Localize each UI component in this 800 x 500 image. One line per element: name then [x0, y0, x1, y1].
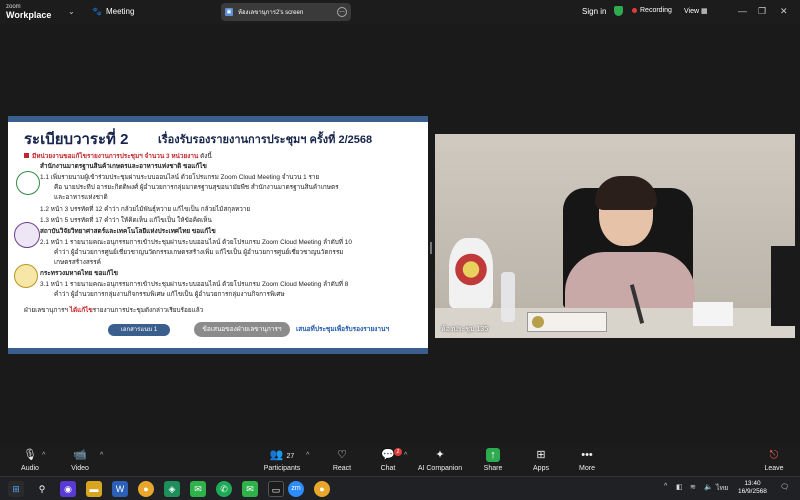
org1-line3: และอาหารแห่งชาติ	[54, 194, 108, 201]
shield-icon[interactable]	[614, 6, 623, 16]
search-icon[interactable]: ⚲	[34, 481, 50, 497]
minimize-icon[interactable]: —	[738, 6, 747, 16]
ai-companion-button[interactable]: ✦ AI Companion	[410, 448, 470, 472]
meeting-label: Meeting	[105, 7, 135, 16]
org2-line2: คำว่า ผู้อำนวยการศูนย์เชี่ยวชาญนวัตกรรมเ…	[54, 249, 344, 256]
tray-app-icon[interactable]: ◧	[676, 483, 683, 491]
more-options-icon[interactable]: …	[337, 7, 347, 17]
recording-label: Recording	[640, 7, 672, 14]
slide-title: ระเบียบวาระที่ 2	[24, 131, 129, 148]
org1-line1: 1.1 เพิ่มรายนามผู้เข้าร่วมประชุมผ่านระบบ…	[40, 174, 320, 181]
org2-line3: เกษตรสร้างสรรค์	[54, 259, 101, 266]
share-text: ห้องเลขานุการ2's screen	[238, 10, 304, 16]
participants-icon: 👥 27	[269, 449, 295, 461]
org1-heading: สำนักงานมาตรฐานสินค้าเกษตรและอาหารแห่งชา…	[40, 163, 207, 170]
screen-share-indicator[interactable]: ▣ ห้องเลขานุการ2's screen …	[221, 3, 351, 21]
screen-icon: ▣	[225, 8, 233, 16]
meeting-toolbar: 🎙 Audio ^ 📹 Video ^ 👥 27 Participants ^ …	[0, 444, 800, 476]
chrome-icon-2[interactable]: ●	[314, 481, 330, 497]
attachment-label: เอกสารแนบ 1	[108, 324, 170, 336]
chat-icon: 💬	[381, 449, 395, 461]
nameplate	[527, 312, 607, 332]
tistr-logo	[14, 222, 40, 248]
slide-subtitle: เรื่องรับรองรายงานการประชุมฯ ครั้งที่ 2/…	[158, 134, 373, 146]
tray-overflow-chevron-icon[interactable]: ^	[664, 483, 667, 490]
system-clock[interactable]: 13:40 16/9/2568	[738, 480, 767, 496]
recording-dot-icon	[632, 8, 637, 13]
zoom-taskbar-icon[interactable]: zm	[288, 481, 304, 497]
wifi-icon[interactable]: ≋	[690, 483, 696, 491]
proposal-text: เสนอที่ประชุมเพื่อรับรองรายงานฯ	[296, 326, 390, 333]
video-options-chevron-icon[interactable]: ^	[100, 452, 103, 459]
org1-line5: 1.3 หน้า 5 บรรทัดที่ 17 คำว่า ให้คิดเห็น…	[40, 217, 212, 224]
notification-icon[interactable]: 🗨	[780, 483, 789, 491]
tissue-box	[693, 302, 733, 326]
chat-button[interactable]: 💬 2 Chat	[358, 448, 418, 472]
moi-logo	[14, 264, 38, 288]
volume-icon[interactable]: 🔈	[704, 483, 713, 491]
slide-header-bar	[8, 116, 428, 122]
recording-indicator[interactable]: Recording	[632, 7, 672, 14]
word-icon[interactable]: W	[112, 481, 128, 497]
app-icon-1[interactable]: ◈	[164, 481, 180, 497]
org1-line4: 1.2 หน้า 3 บรรทัดที่ 12 คำว่า กล้วยไม้พั…	[40, 206, 251, 213]
window-titlebar: zoom Workplace ⌄ 🐾 Meeting ▣ ห้องเลขานุก…	[0, 0, 800, 24]
monitor	[771, 246, 795, 326]
participant-video[interactable]: ห้องประชุม 135	[435, 134, 795, 338]
sparkle-icon: ✦	[435, 449, 445, 461]
desk	[435, 308, 795, 338]
terminal-icon[interactable]: ▭	[268, 481, 284, 497]
file-explorer-icon[interactable]: ▬	[86, 481, 102, 497]
close-icon[interactable]: ✕	[780, 6, 788, 17]
view-button[interactable]: View ▦	[684, 7, 708, 15]
clock-time: 13:40	[744, 480, 761, 487]
chat-chevron-icon[interactable]: ^	[404, 452, 407, 459]
org3-line2: คำว่า ผู้อำนวยการกลุ่มงานกิจกรรมพิเศษ แก…	[54, 291, 285, 298]
slide-intro: มีหน่วยงานขอแก้ไขรายงานการประชุมฯ จำนวน …	[24, 151, 212, 161]
chat-badge: 2	[394, 448, 402, 456]
more-button[interactable]: ••• More	[557, 448, 617, 472]
water-bottle	[501, 272, 515, 322]
language-indicator[interactable]: ไทย	[716, 483, 728, 494]
org1-line2: คือ นายประทีป อารยะกิตติพงศ์ ผู้อำนวยการ…	[54, 184, 339, 191]
participants-button[interactable]: 👥 27 Participants	[252, 448, 312, 472]
audio-options-chevron-icon[interactable]: ^	[42, 452, 45, 459]
chevron-down-icon[interactable]: ⌄	[68, 7, 75, 16]
leave-icon: ⎋	[769, 449, 779, 461]
panel-splitter[interactable]	[430, 242, 432, 254]
shared-screen: ระเบียบวาระที่ 2 เรื่องรับรองรายงานการปร…	[8, 116, 428, 354]
line-icon[interactable]: ✉	[190, 481, 206, 497]
sign-in-link[interactable]: Sign in	[582, 7, 606, 16]
meeting-menu[interactable]: 🐾 Meeting	[92, 7, 134, 16]
clock-date: 16/9/2568	[738, 488, 767, 495]
bullet-icon	[24, 153, 29, 158]
participants-chevron-icon[interactable]: ^	[306, 452, 309, 459]
acfs-logo	[16, 171, 40, 195]
secretariat-proposal-label: ข้อเสนอของฝ่ายเลขานุการฯ	[194, 322, 290, 337]
zoom-logo: zoom Workplace	[6, 3, 52, 20]
leave-button[interactable]: ⎋ Leave	[744, 448, 800, 472]
slide-footer: ฝ่ายเลขานุการฯ ได้แก้ไขรายงานการประชุมดั…	[24, 307, 204, 314]
speaker-hair	[595, 176, 657, 210]
more-icon: •••	[581, 449, 593, 461]
copilot-icon[interactable]: ◉	[60, 481, 76, 497]
brand-big: Workplace	[6, 10, 52, 20]
nameplate-logo	[532, 316, 544, 328]
emblem-logo	[449, 238, 493, 308]
participant-name-label: ห้องประชุม 135	[441, 326, 489, 333]
chrome-icon[interactable]: ●	[138, 481, 154, 497]
whatsapp-icon[interactable]: ✆	[216, 481, 232, 497]
org2-line1: 2.1 หน้า 1 รายนามคณะอนุกรรมการเข้าประชุม…	[40, 239, 352, 246]
org2-heading: สถาบันวิจัยวิทยาศาสตร์และเทคโนโลยีแห่งปร…	[40, 228, 216, 235]
slide-footer-bar	[8, 348, 428, 354]
paw-icon: 🐾	[92, 7, 102, 16]
org3-heading: กระทรวงมหาดไทย ขอแก้ไข	[40, 270, 118, 277]
restore-icon[interactable]: ❐	[758, 6, 766, 17]
line-app-icon[interactable]: ✉	[242, 481, 258, 497]
windows-start-icon[interactable]: ⊞	[8, 481, 24, 497]
org3-line1: 3.1 หน้า 1 รายนามคณะอนุกรรมการเข้าประชุม…	[40, 281, 349, 288]
os-taskbar: ⊞ ⚲ ◉ ▬ W ● ◈ ✉ ✆ ✉ ▭ zm ● ^ ◧ ≋ 🔈 ไทย 1…	[0, 476, 800, 500]
